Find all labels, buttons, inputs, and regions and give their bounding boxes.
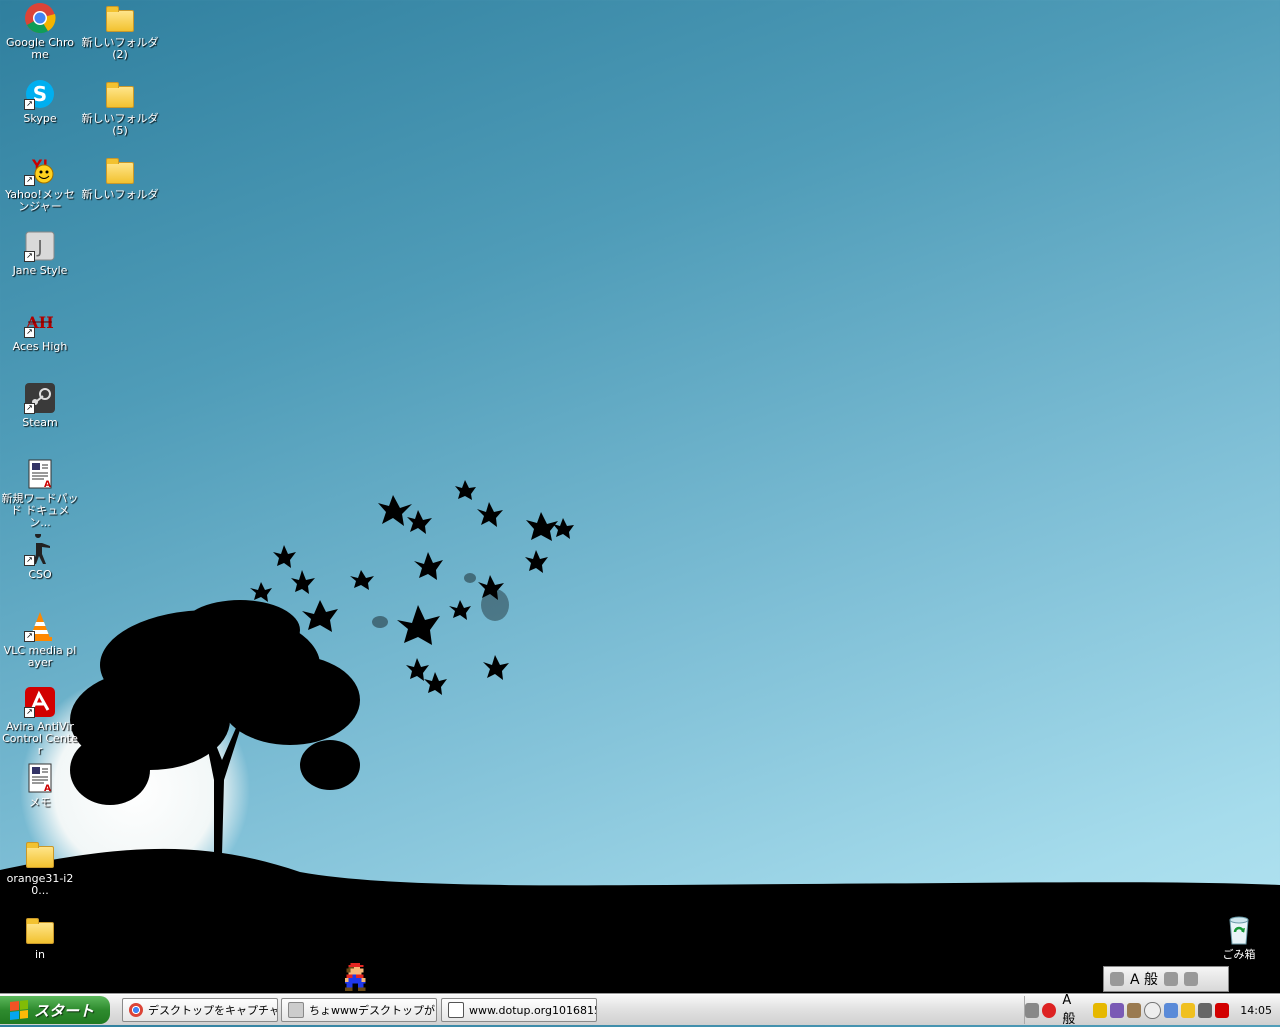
folder-icon[interactable]: in <box>0 914 80 961</box>
avira-logo-icon: ↗ <box>24 686 56 718</box>
task-label: デスクトップをキャプチャ... <box>148 1004 278 1017</box>
handwriting-icon[interactable] <box>1164 972 1179 986</box>
jane-style-icon <box>288 1002 304 1018</box>
icon-label: 新しいフォルダ (2) <box>81 36 159 61</box>
vlc-cone-icon: ↗ <box>24 610 56 642</box>
steam-icon[interactable]: ↗ Steam <box>0 382 80 429</box>
yahoo-messenger-icon[interactable]: Y! ↗ Yahoo!メッセンジャー <box>0 154 80 213</box>
ime-pad-icon[interactable] <box>1042 1002 1057 1018</box>
yahoo-messenger-logo-icon: Y! ↗ <box>24 154 56 186</box>
jane-style-logo-icon: J ↗ <box>24 230 56 262</box>
shortcut-arrow-icon: ↗ <box>24 707 35 718</box>
icon-label: ごみ箱 <box>1222 948 1256 961</box>
aces-high-logo-icon: AH ↗ <box>24 306 56 338</box>
taskbar-button-window[interactable]: www.dotup.org1016815 <box>441 998 597 1022</box>
wallpaper <box>0 480 1280 994</box>
wordpad-document-file-icon: A <box>24 458 56 490</box>
shortcut-arrow-icon: ↗ <box>24 251 35 262</box>
ime-mode-label[interactable]: A 般 <box>1130 969 1158 989</box>
keyboard-icon[interactable] <box>1024 1002 1040 1018</box>
svg-text:J: J <box>36 237 42 258</box>
task-label: ちょwwwデスクトップが... <box>309 1004 437 1017</box>
icon-label: Steam <box>22 416 58 429</box>
icon-label: VLC media player <box>3 644 77 669</box>
windows-logo-icon <box>10 1000 28 1020</box>
shortcut-arrow-icon: ↗ <box>24 327 35 338</box>
memo-document-file-icon: A <box>24 762 56 794</box>
cso-soldier-icon: ↗ <box>24 534 56 566</box>
icon-label: in <box>34 948 46 961</box>
shortcut-arrow-icon: ↗ <box>24 631 35 642</box>
icon-label: CSO <box>28 568 52 581</box>
shortcut-arrow-icon: ↗ <box>24 555 35 566</box>
icon-label: 新規ワードパッド ドキュメン... <box>1 492 79 529</box>
volume-icon[interactable] <box>1197 1002 1213 1018</box>
folder-shape-icon <box>26 918 54 944</box>
icon-label: 新しいフォルダ <box>81 188 159 201</box>
memo-icon[interactable]: A メモ <box>0 762 80 809</box>
options-icon[interactable] <box>1184 972 1199 986</box>
folder-shape-icon <box>106 6 134 32</box>
window-icon <box>448 1002 464 1018</box>
language-bar-grip-icon[interactable] <box>1110 972 1124 986</box>
recycle-bin-icon[interactable]: ごみ箱 <box>1199 914 1279 961</box>
mario-sprite-icon[interactable] <box>341 963 371 993</box>
icon-label: Aces High <box>12 340 68 353</box>
taskbar-button-chrome[interactable]: デスクトップをキャプチャ... <box>122 998 278 1022</box>
task-label: www.dotup.org1016815 <box>469 1003 597 1017</box>
ime-tool-icon[interactable] <box>1092 1002 1108 1018</box>
security-warning-icon[interactable] <box>1180 1002 1195 1018</box>
clock[interactable]: 14:05 <box>1240 1004 1272 1017</box>
icon-label: Yahoo!メッセンジャー <box>5 188 75 213</box>
google-chrome-icon[interactable]: Google Chrome <box>0 2 80 61</box>
cso-icon[interactable]: ↗ CSO <box>0 534 80 581</box>
package-icon[interactable] <box>1127 1002 1142 1018</box>
skype-icon[interactable]: S ↗ Skype <box>0 78 80 125</box>
icon-label: orange31-i20... <box>6 872 74 897</box>
icon-label: Google Chrome <box>6 36 74 61</box>
expand-tray-icon[interactable] <box>1144 1001 1161 1019</box>
icon-label: Skype <box>23 112 57 125</box>
desktop[interactable]: Google Chrome S ↗ Skype Y! ↗ Yahoo!メッセンジ… <box>0 0 1280 994</box>
icon-label: 新しいフォルダ (5) <box>81 112 159 137</box>
icon-label: Jane Style <box>12 264 68 277</box>
language-bar[interactable]: A 般 <box>1103 966 1229 992</box>
wordpad-document-icon[interactable]: A 新規ワードパッド ドキュメン... <box>0 458 80 529</box>
chrome-icon <box>129 1003 143 1017</box>
folder-shape-icon <box>26 842 54 868</box>
steam-logo-icon: ↗ <box>24 382 56 414</box>
jane-style-icon[interactable]: J ↗ Jane Style <box>0 230 80 277</box>
folder-icon[interactable]: 新しいフォルダ <box>80 154 160 201</box>
start-label: スタート <box>34 1001 95 1020</box>
start-button[interactable]: スタート <box>0 996 110 1024</box>
aces-high-icon[interactable]: AH ↗ Aces High <box>0 306 80 353</box>
vlc-icon[interactable]: ↗ VLC media player <box>0 610 80 669</box>
folder-shape-icon <box>106 158 134 184</box>
chrome-logo-icon <box>24 2 56 34</box>
folder-icon[interactable]: orange31-i20... <box>0 838 80 897</box>
taskbar: スタート デスクトップをキャプチャ... ちょwwwデスクトップが... www… <box>0 993 1280 1027</box>
folder-icon[interactable]: 新しいフォルダ (5) <box>80 78 160 137</box>
shortcut-arrow-icon: ↗ <box>24 403 35 414</box>
system-tray: A 般 14:05 <box>1024 993 1280 1027</box>
icon-label: メモ <box>29 796 51 809</box>
dictionary-icon[interactable] <box>1110 1002 1125 1018</box>
recycle-bin-glyph-icon <box>1223 914 1255 946</box>
shortcut-arrow-icon: ↗ <box>24 175 35 186</box>
svg-text:A: A <box>44 480 51 490</box>
shortcut-arrow-icon: ↗ <box>24 99 35 110</box>
network-icon[interactable] <box>1163 1002 1178 1018</box>
hill-silhouette <box>0 848 1280 994</box>
tray-ime-mode[interactable]: A 般 <box>1059 993 1090 1027</box>
skype-logo-icon: S ↗ <box>24 78 56 110</box>
avira-icon[interactable]: ↗ Avira AntiVir Control Center <box>0 686 80 757</box>
taskbar-button-jane[interactable]: ちょwwwデスクトップが... <box>281 998 437 1022</box>
folder-icon[interactable]: 新しいフォルダ (2) <box>80 2 160 61</box>
icon-label: Avira AntiVir Control Center <box>2 720 78 757</box>
svg-text:A: A <box>44 784 51 794</box>
avira-tray-icon[interactable] <box>1215 1002 1230 1018</box>
folder-shape-icon <box>106 82 134 108</box>
